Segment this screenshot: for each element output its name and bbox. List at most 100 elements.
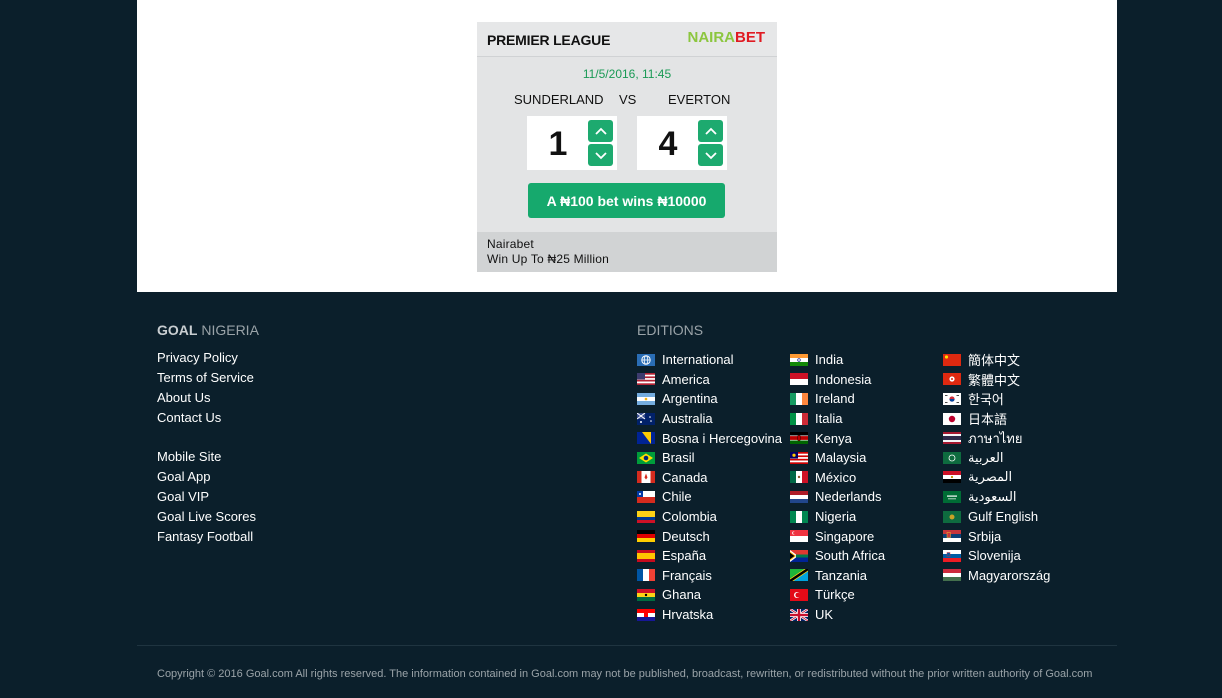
edition-link[interactable]: Singapore <box>790 526 885 546</box>
edition-label: Srbija <box>968 528 1002 544</box>
chevron-down-icon <box>704 151 717 159</box>
edition-link[interactable]: Brasil <box>637 448 782 468</box>
gulf-flag-icon <box>943 510 961 523</box>
edition-link[interactable]: Gulf English <box>943 507 1050 527</box>
edition-label: Türkçe <box>815 587 855 603</box>
edition-link[interactable]: España <box>637 546 782 566</box>
home-score-increase-button[interactable] <box>588 120 613 142</box>
match-datetime: 11/5/2016, 11:45 <box>582 67 672 81</box>
edition-link[interactable]: Australia <box>637 409 782 429</box>
ireland-flag-icon <box>790 392 808 405</box>
edition-label: 簡体中文 <box>968 353 1021 369</box>
match-teams: SUNDERLAND VS EVERTON <box>477 92 777 110</box>
edition-link[interactable]: 한국어 <box>943 389 1050 409</box>
terms-of-service-link[interactable]: Terms of Service <box>157 370 256 390</box>
japan-flag-icon <box>943 412 961 425</box>
edition-link[interactable]: Kenya <box>790 428 885 448</box>
edition-label: Brasil <box>662 450 695 466</box>
edition-label: المصرية <box>968 469 1013 485</box>
slovenia-flag-icon <box>943 549 961 562</box>
about-us-link[interactable]: About Us <box>157 390 256 410</box>
edition-link[interactable]: Slovenija <box>943 546 1050 566</box>
edition-link[interactable]: Hrvatska <box>637 605 782 625</box>
edition-link[interactable]: Magyarország <box>943 566 1050 586</box>
footer-divider <box>137 645 1117 646</box>
away-score-decrease-button[interactable] <box>698 144 723 166</box>
widget-promo[interactable]: Nairabet Win Up To ₦25 Million <box>477 232 777 272</box>
widget-body: 11/5/2016, 11:45 SUNDERLAND VS EVERTON 1… <box>477 57 777 232</box>
away-team: EVERTON <box>668 92 731 107</box>
edition-link[interactable]: المصرية <box>943 468 1050 488</box>
away-score-increase-button[interactable] <box>698 120 723 142</box>
edition-link[interactable]: Indonesia <box>790 370 885 390</box>
edition-link[interactable]: 簡体中文 <box>943 350 1050 370</box>
germany-flag-icon <box>637 530 655 543</box>
edition-link[interactable]: Bosna i Hercegovina <box>637 428 782 448</box>
edition-link[interactable]: México <box>790 468 885 488</box>
chevron-up-icon <box>594 127 607 135</box>
copyright-text: Copyright © 2016 Goal.com All rights res… <box>157 668 1093 680</box>
edition-link[interactable]: Canada <box>637 468 782 488</box>
south-korea-flag-icon <box>943 392 961 405</box>
away-score-value: 4 <box>658 125 678 163</box>
italy-flag-icon <box>790 412 808 425</box>
brand-rest: NIGERIA <box>197 322 259 338</box>
edition-link[interactable]: Malaysia <box>790 448 885 468</box>
edition-link[interactable]: Srbija <box>943 526 1050 546</box>
brand-bold: GOAL <box>157 322 198 338</box>
fantasy-football-link[interactable]: Fantasy Football <box>157 529 256 549</box>
edition-link[interactable]: Nederlands <box>790 487 885 507</box>
edition-link[interactable]: India <box>790 350 885 370</box>
goal-vip-link[interactable]: Goal VIP <box>157 489 256 509</box>
edition-link[interactable]: Ghana <box>637 585 782 605</box>
home-score-value: 1 <box>548 125 568 163</box>
edition-link[interactable]: Français <box>637 566 782 586</box>
goal-app-link[interactable]: Goal App <box>157 469 256 489</box>
edition-link[interactable]: UK <box>790 605 885 625</box>
thailand-flag-icon <box>943 432 961 445</box>
edition-link[interactable]: Argentina <box>637 389 782 409</box>
edition-link[interactable]: Chile <box>637 487 782 507</box>
edition-label: Slovenija <box>968 548 1021 564</box>
edition-link[interactable]: Italia <box>790 409 885 429</box>
turkey-flag-icon <box>790 588 808 601</box>
argentina-flag-icon <box>637 392 655 405</box>
globe-flag-icon <box>637 353 655 366</box>
edition-link[interactable]: Colombia <box>637 507 782 527</box>
edition-link[interactable]: ภาษาไทย <box>943 428 1050 448</box>
editions-column-1: International America Argentina Australi… <box>637 350 782 624</box>
privacy-policy-link[interactable]: Privacy Policy <box>157 350 256 370</box>
edition-link[interactable]: International <box>637 350 782 370</box>
editions-column-3: 簡体中文 繁體中文 한국어 日本語 ภาษาไทย العربية المصري… <box>943 350 1050 585</box>
edition-link[interactable]: America <box>637 370 782 390</box>
edition-link[interactable]: Türkçe <box>790 585 885 605</box>
edition-link[interactable]: العربية <box>943 448 1050 468</box>
edition-label: Nederlands <box>815 489 882 505</box>
edition-label: America <box>662 371 710 387</box>
mobile-site-link[interactable]: Mobile Site <box>157 449 256 469</box>
edition-link[interactable]: Ireland <box>790 389 885 409</box>
content-panel: PREMIER LEAGUE NAIRABET 11/5/2016, 11:45… <box>137 0 1117 292</box>
home-score-decrease-button[interactable] <box>588 144 613 166</box>
goal-live-scores-link[interactable]: Goal Live Scores <box>157 509 256 529</box>
edition-link[interactable]: South Africa <box>790 546 885 566</box>
contact-us-link[interactable]: Contact Us <box>157 410 256 430</box>
uk-flag-icon <box>790 608 808 621</box>
bet-button[interactable]: A ₦100 bet wins ₦10000 <box>528 183 725 218</box>
edition-link[interactable]: Deutsch <box>637 526 782 546</box>
nigeria-flag-icon <box>790 510 808 523</box>
edition-link[interactable]: Tanzania <box>790 566 885 586</box>
home-team: SUNDERLAND <box>514 92 604 107</box>
edition-link[interactable]: السعودية <box>943 487 1050 507</box>
edition-link[interactable]: 日本語 <box>943 409 1050 429</box>
edition-label: Canada <box>662 469 708 485</box>
edition-link[interactable]: Nigeria <box>790 507 885 527</box>
edition-label: Malaysia <box>815 450 867 466</box>
edition-label: España <box>662 548 707 564</box>
nairabet-logo[interactable]: NAIRABET <box>688 29 766 46</box>
edition-label: 日本語 <box>968 412 1008 428</box>
edition-label: Argentina <box>662 391 718 407</box>
edition-link[interactable]: 繁體中文 <box>943 370 1050 390</box>
link-group-gap <box>157 430 256 449</box>
malaysia-flag-icon <box>790 451 808 464</box>
